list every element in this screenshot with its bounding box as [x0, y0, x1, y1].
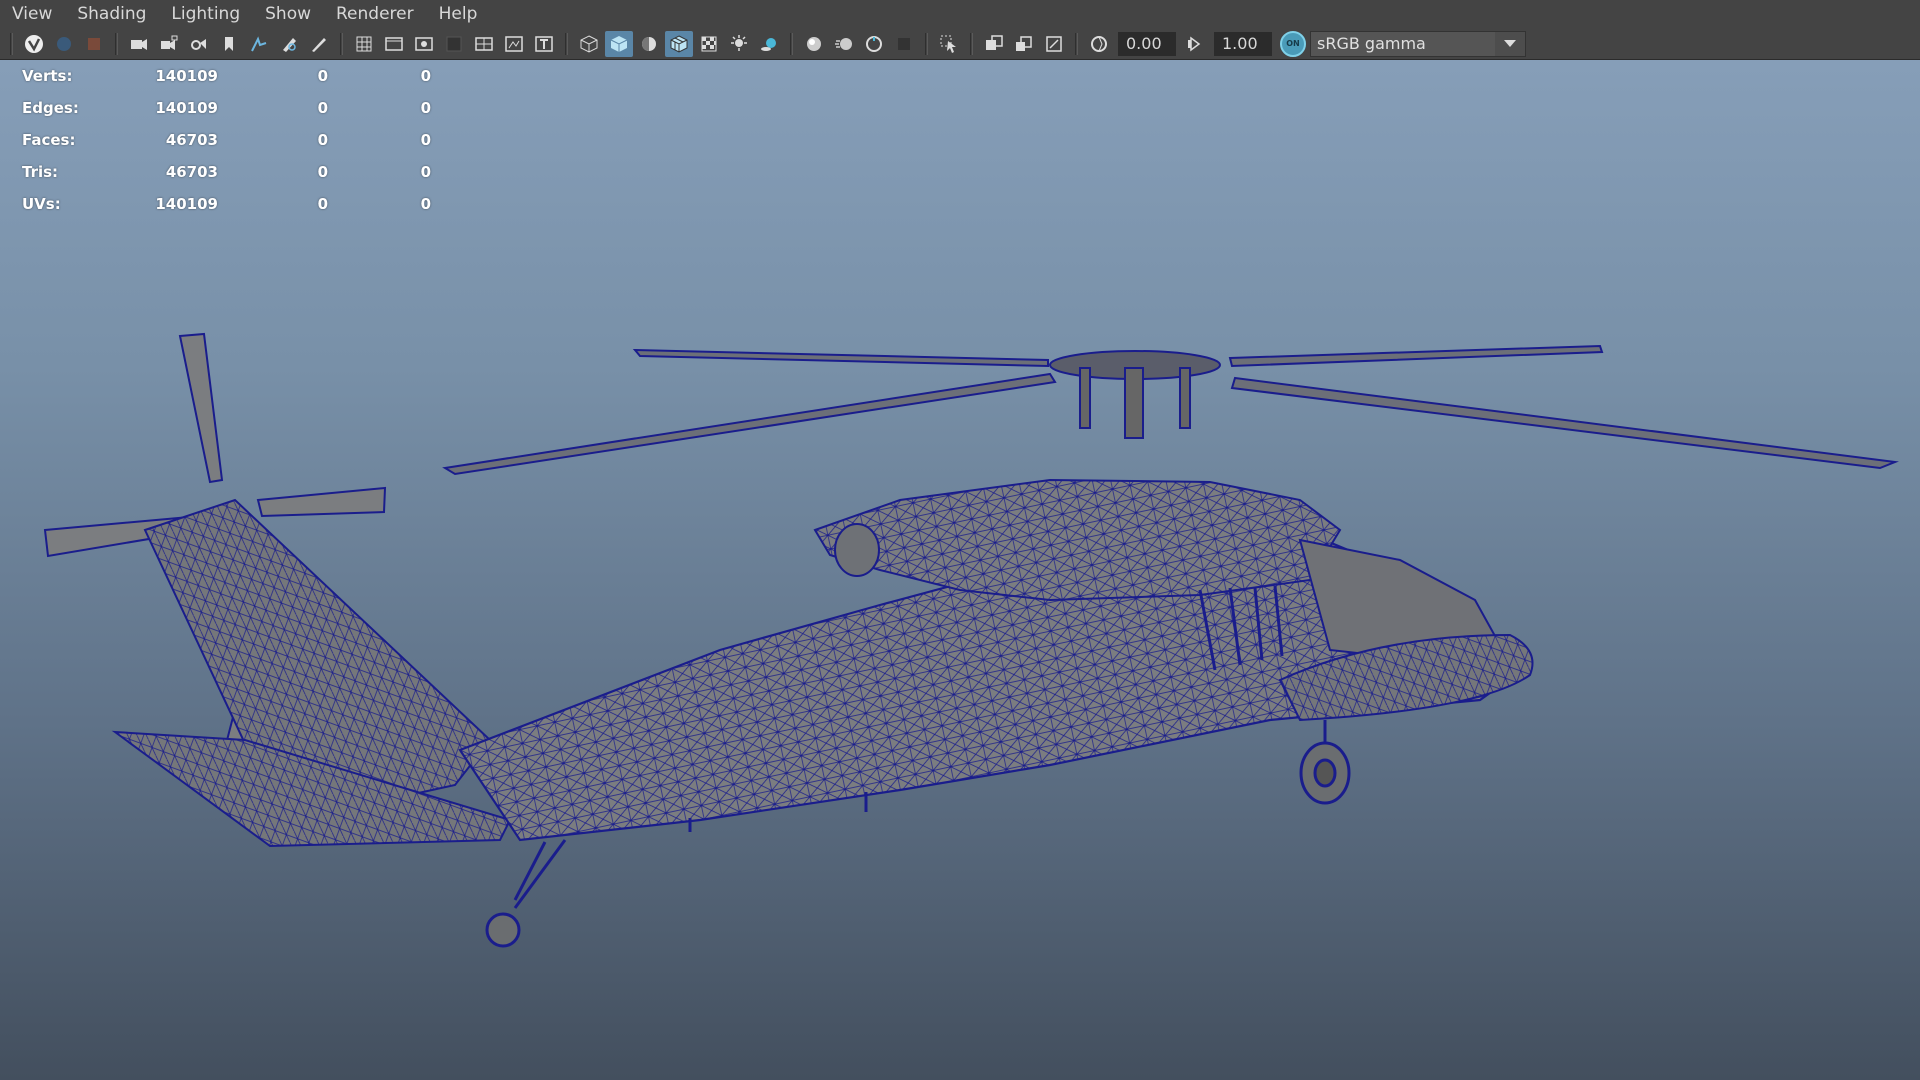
engine-cowling — [813, 478, 1342, 602]
color-space-value: sRGB gamma — [1317, 34, 1426, 53]
bookmarks-icon[interactable] — [80, 31, 108, 57]
menu-renderer[interactable]: Renderer — [336, 4, 414, 24]
motion-blur-icon[interactable] — [830, 31, 858, 57]
xray-active-components-icon[interactable] — [1010, 31, 1038, 57]
panel-menu-bar: View Shading Lighting Show Renderer Help — [0, 0, 1920, 28]
toolbar-separator — [790, 32, 793, 55]
camera-view-icon[interactable] — [185, 31, 213, 57]
menu-view[interactable]: View — [12, 4, 52, 24]
use-all-lights-icon[interactable] — [725, 31, 753, 57]
chevron-down-icon[interactable] — [1495, 31, 1525, 56]
grid-icon[interactable] — [350, 31, 378, 57]
menu-show[interactable]: Show — [265, 4, 311, 24]
tail-landing-gear — [485, 839, 567, 948]
grease-pencil-icon[interactable] — [275, 31, 303, 57]
shadows-icon[interactable] — [755, 31, 783, 57]
wireframe-on-shaded-icon[interactable] — [665, 30, 693, 57]
color-management-toggle[interactable]: ON — [1280, 30, 1306, 57]
field-chart-icon[interactable] — [470, 31, 498, 57]
gate-mask-icon[interactable] — [440, 31, 468, 57]
resolution-gate-icon[interactable] — [410, 31, 438, 57]
main-landing-gear — [1299, 720, 1351, 805]
multisample-aa-icon[interactable] — [860, 31, 888, 57]
menu-help[interactable]: Help — [439, 4, 478, 24]
xray-icon[interactable] — [980, 31, 1008, 57]
depth-of-field-icon[interactable] — [890, 31, 918, 57]
toolbar-separator — [925, 32, 928, 55]
engine-intake — [834, 523, 880, 577]
textured-icon[interactable] — [695, 31, 723, 57]
camera-icon[interactable] — [125, 31, 153, 57]
gamma-field[interactable]: 1.00 — [1214, 31, 1272, 56]
exposure-icon[interactable] — [1085, 31, 1113, 57]
toolbar-separator — [970, 32, 973, 55]
helicopter-model[interactable] — [0, 60, 1920, 1080]
toolbar-separator — [565, 32, 568, 55]
exposure-field[interactable]: 0.00 — [1118, 31, 1176, 56]
screen-space-ao-icon[interactable] — [800, 31, 828, 57]
film-gate-icon[interactable] — [380, 31, 408, 57]
panel-toolbar: 0.00 1.00 ON sRGB gamma — [0, 28, 1920, 60]
3d-viewport[interactable]: Verts: 140109 0 0 Edges: 140109 0 0 Faces: 46703 0… — [0, 60, 1920, 1080]
bookmark-icon[interactable] — [215, 31, 243, 57]
main-rotor — [442, 344, 1899, 476]
pencil-icon[interactable] — [305, 31, 333, 57]
camera-attributes-icon[interactable] — [50, 31, 78, 57]
lock-camera-icon[interactable] — [155, 31, 183, 57]
xray-joints-icon[interactable] — [1040, 31, 1068, 57]
color-space-dropdown[interactable]: sRGB gamma — [1310, 30, 1526, 57]
menu-lighting[interactable]: Lighting — [171, 4, 240, 24]
toolbar-separator — [10, 32, 13, 55]
default-material-icon[interactable] — [635, 31, 663, 57]
safe-title-icon[interactable] — [530, 31, 558, 57]
menu-shading[interactable]: Shading — [77, 4, 146, 24]
toolbar-separator — [115, 32, 118, 55]
isolate-select-icon[interactable] — [935, 31, 963, 57]
image-plane-icon[interactable] — [245, 31, 273, 57]
smooth-shade-cube-icon[interactable] — [605, 30, 633, 57]
gamma-icon[interactable] — [1181, 31, 1209, 57]
select-camera-icon[interactable] — [20, 31, 48, 57]
wireframe-cube-icon[interactable] — [575, 31, 603, 57]
toolbar-separator — [1075, 32, 1078, 55]
toolbar-separator — [340, 32, 343, 55]
safe-action-icon[interactable] — [500, 31, 528, 57]
